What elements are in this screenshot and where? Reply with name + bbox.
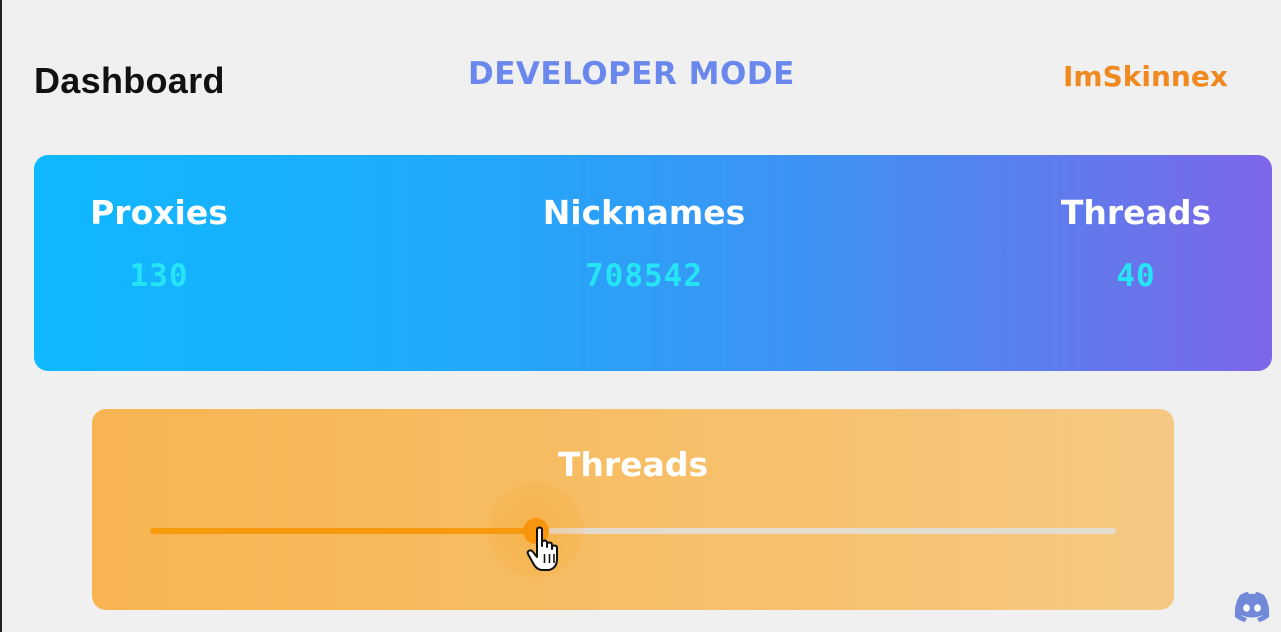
stat-nicknames-value: 708542 — [585, 258, 703, 294]
threads-slider-fill — [150, 528, 537, 534]
stat-proxies: Proxies 130 — [84, 193, 234, 294]
stat-threads: Threads 40 — [1056, 193, 1216, 294]
stat-threads-label: Threads — [1060, 193, 1212, 232]
stats-card: Proxies 130 Nicknames 708542 Threads 40 — [34, 155, 1272, 371]
discord-icon — [1234, 591, 1270, 622]
stat-proxies-value: 130 — [129, 258, 189, 294]
stat-proxies-label: Proxies — [90, 193, 228, 232]
threads-slider-card: Threads — [92, 409, 1174, 610]
hand-pointer-icon — [526, 526, 558, 571]
username-label[interactable]: ImSkinnex — [1063, 60, 1228, 93]
stat-nicknames-label: Nicknames — [542, 193, 746, 232]
threads-slider-title: Threads — [557, 445, 709, 484]
developer-mode-label: DEVELOPER MODE — [468, 56, 795, 92]
threads-slider-track[interactable] — [150, 528, 1116, 534]
stat-threads-value: 40 — [1116, 258, 1156, 294]
page-title: Dashboard — [34, 60, 225, 101]
stat-nicknames: Nicknames 708542 — [529, 193, 759, 294]
